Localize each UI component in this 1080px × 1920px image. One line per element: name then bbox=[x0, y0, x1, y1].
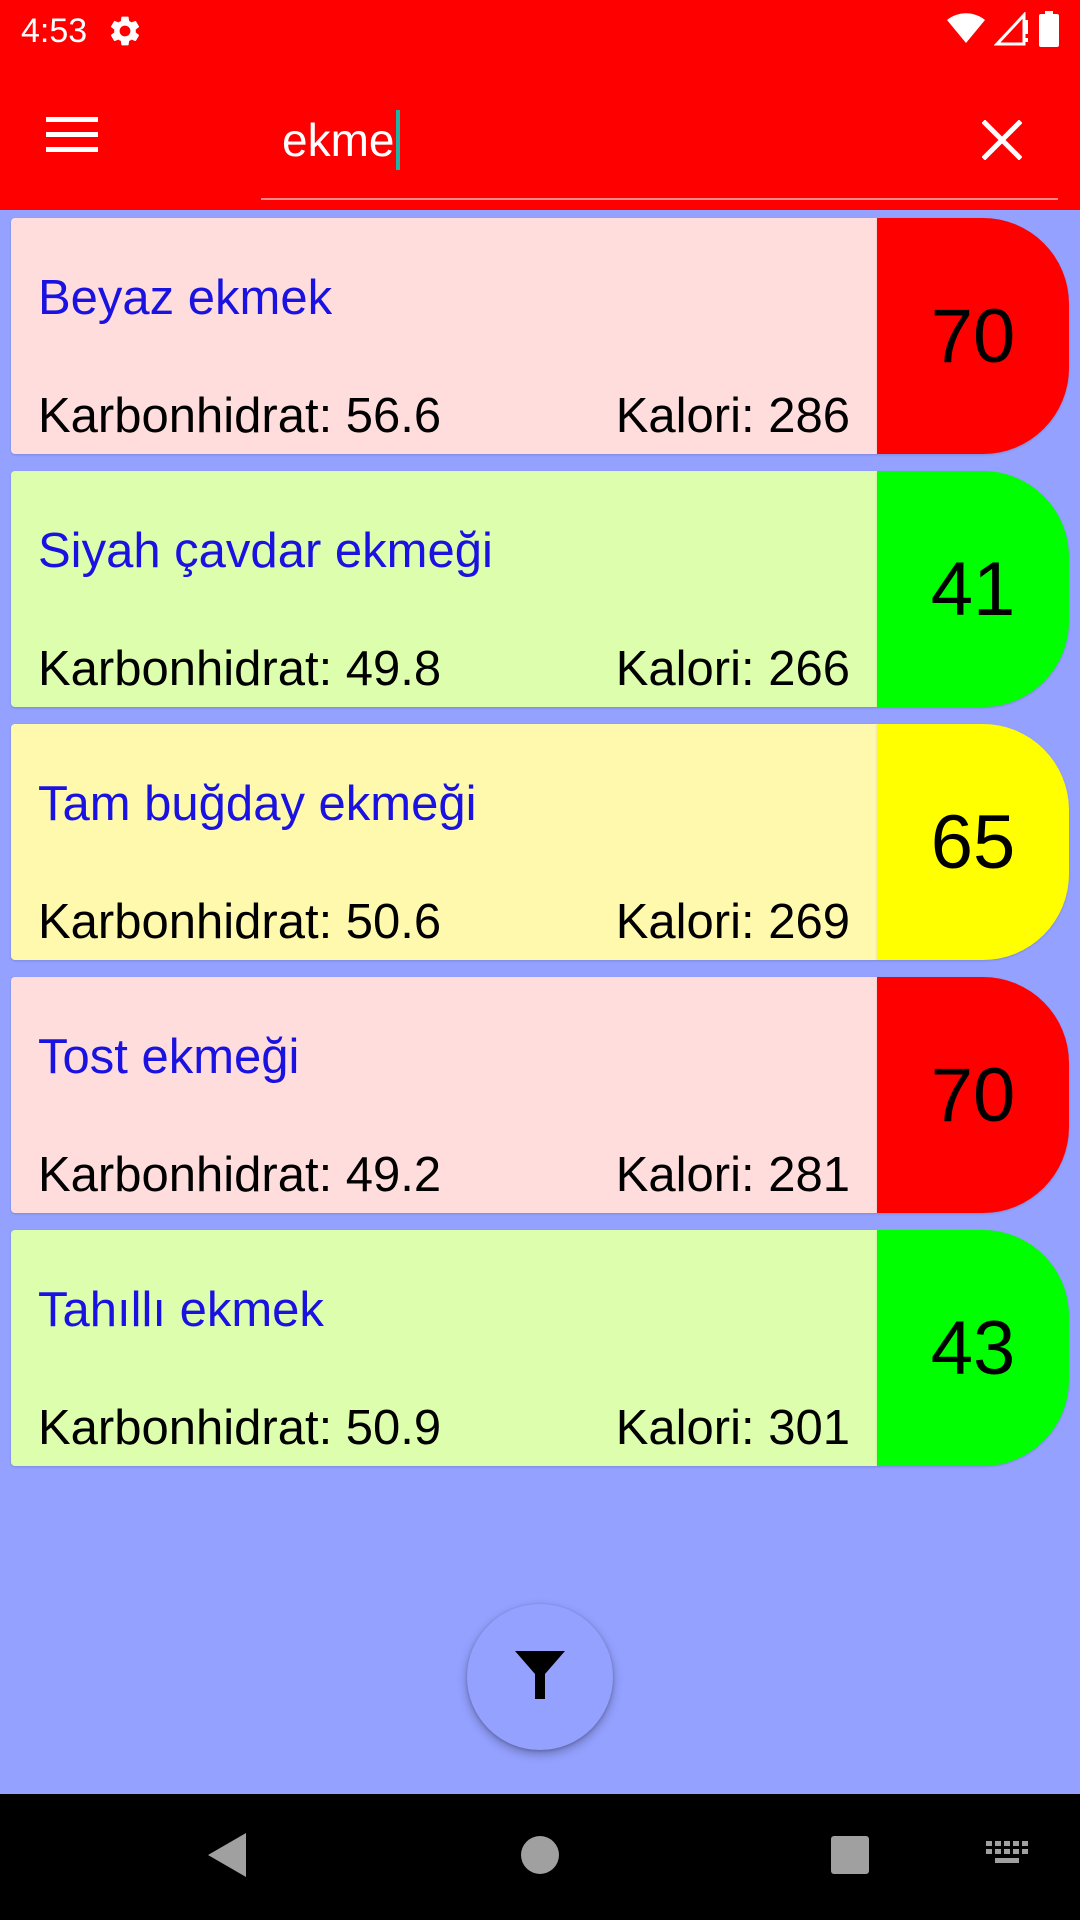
food-calories: Kalori: 286 bbox=[615, 389, 850, 443]
food-carbohydrate: Karbonhidrat: 49.8 bbox=[38, 642, 442, 696]
status-time: 4:53 bbox=[21, 12, 88, 50]
back-triangle-icon bbox=[204, 1831, 248, 1884]
recents-square-icon bbox=[830, 1835, 870, 1880]
glycemic-index-value: 43 bbox=[930, 1305, 1016, 1391]
search-box bbox=[261, 86, 1058, 200]
food-card[interactable]: Beyaz ekmek Karbonhidrat: 56.6 Kalori: 2… bbox=[11, 218, 1069, 454]
food-carbohydrate: Karbonhidrat: 50.9 bbox=[38, 1401, 442, 1455]
food-card-body: Siyah çavdar ekmeği Karbonhidrat: 49.8 K… bbox=[11, 471, 877, 707]
filter-button[interactable] bbox=[467, 1604, 613, 1750]
glycemic-index-value: 70 bbox=[930, 1052, 1016, 1138]
gear-icon bbox=[107, 13, 143, 49]
home-circle-icon bbox=[519, 1834, 561, 1881]
food-name: Tam buğday ekmeği bbox=[38, 777, 477, 831]
food-list: Beyaz ekmek Karbonhidrat: 56.6 Kalori: 2… bbox=[11, 218, 1069, 1483]
food-calories: Kalori: 266 bbox=[615, 642, 850, 696]
food-name: Tost ekmeği bbox=[38, 1030, 300, 1084]
glycemic-index-badge: 43 bbox=[877, 1230, 1069, 1466]
food-card-body: Tost ekmeği Karbonhidrat: 49.2 Kalori: 2… bbox=[11, 977, 877, 1213]
navigation-bar bbox=[0, 1794, 1080, 1920]
glycemic-index-badge: 41 bbox=[877, 471, 1069, 707]
app-bar bbox=[0, 63, 1080, 210]
food-card[interactable]: Tam buğday ekmeği Karbonhidrat: 50.6 Kal… bbox=[11, 724, 1069, 960]
glycemic-index-badge: 70 bbox=[877, 977, 1069, 1213]
food-card[interactable]: Tost ekmeği Karbonhidrat: 49.2 Kalori: 2… bbox=[11, 977, 1069, 1213]
food-name: Siyah çavdar ekmeği bbox=[38, 524, 493, 578]
keyboard-switch-button[interactable] bbox=[978, 1827, 1038, 1887]
glycemic-index-value: 65 bbox=[930, 799, 1016, 885]
food-card[interactable]: Tahıllı ekmek Karbonhidrat: 50.9 Kalori:… bbox=[11, 1230, 1069, 1466]
battery-icon bbox=[1038, 10, 1060, 52]
food-card-body: Beyaz ekmek Karbonhidrat: 56.6 Kalori: 2… bbox=[11, 218, 877, 454]
food-card[interactable]: Siyah çavdar ekmeği Karbonhidrat: 49.8 K… bbox=[11, 471, 1069, 707]
food-carbohydrate: Karbonhidrat: 49.2 bbox=[38, 1148, 442, 1202]
glycemic-index-badge: 70 bbox=[877, 218, 1069, 454]
glycemic-index-value: 70 bbox=[930, 293, 1016, 379]
recents-button[interactable] bbox=[820, 1827, 880, 1887]
food-name: Beyaz ekmek bbox=[38, 271, 333, 325]
back-button[interactable] bbox=[196, 1827, 256, 1887]
wifi-icon bbox=[946, 12, 986, 50]
signal-icon bbox=[993, 10, 1030, 51]
keyboard-icon bbox=[986, 1840, 1030, 1874]
food-name: Tahıllı ekmek bbox=[38, 1283, 324, 1337]
clear-search-button[interactable] bbox=[974, 114, 1030, 170]
text-caret bbox=[396, 110, 400, 170]
close-icon bbox=[981, 118, 1023, 165]
search-input[interactable] bbox=[282, 112, 922, 168]
food-carbohydrate: Karbonhidrat: 56.6 bbox=[38, 389, 442, 443]
food-carbohydrate: Karbonhidrat: 50.6 bbox=[38, 895, 442, 949]
glycemic-index-badge: 65 bbox=[877, 724, 1069, 960]
status-icons bbox=[946, 10, 1060, 52]
glycemic-index-value: 41 bbox=[930, 546, 1016, 632]
menu-button[interactable] bbox=[36, 106, 108, 166]
food-calories: Kalori: 301 bbox=[615, 1401, 850, 1455]
filter-icon bbox=[514, 1649, 566, 1706]
home-button[interactable] bbox=[510, 1827, 570, 1887]
food-card-body: Tam buğday ekmeği Karbonhidrat: 50.6 Kal… bbox=[11, 724, 877, 960]
food-card-body: Tahıllı ekmek Karbonhidrat: 50.9 Kalori:… bbox=[11, 1230, 877, 1466]
food-calories: Kalori: 269 bbox=[615, 895, 850, 949]
hamburger-menu-icon bbox=[46, 115, 98, 158]
food-calories: Kalori: 281 bbox=[615, 1148, 850, 1202]
status-bar: 4:53 bbox=[0, 0, 1080, 63]
